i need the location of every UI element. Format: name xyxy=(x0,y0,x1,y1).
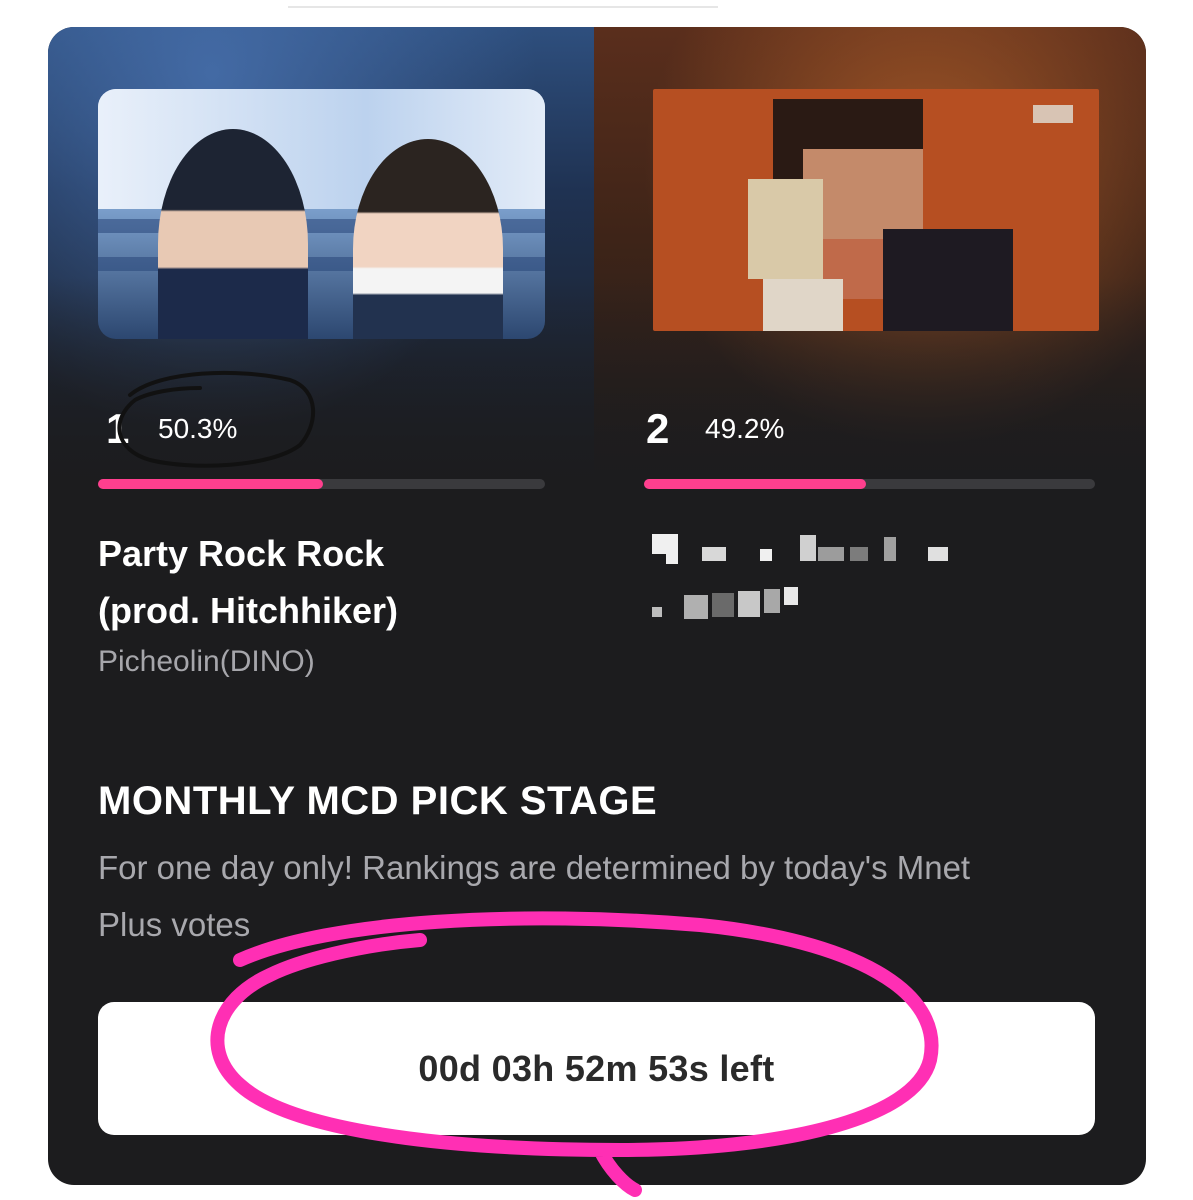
left-vote-percent: 50.3% xyxy=(158,413,238,444)
left-vote-bar xyxy=(98,479,545,489)
top-edge-divider xyxy=(288,0,718,8)
right-performance-thumbnail-pixelated[interactable] xyxy=(653,89,1099,331)
left-rank-number: 1 xyxy=(106,405,130,452)
left-song-title[interactable]: Party Rock Rock (prod. Hitchhiker) xyxy=(98,525,578,639)
section-title: MONTHLY MCD PICK STAGE xyxy=(98,779,658,823)
right-vote-percent: 49.2% xyxy=(705,413,785,444)
left-song-title-line1: Party Rock Rock xyxy=(98,533,385,574)
section-description: For one day only! Rankings are determine… xyxy=(98,849,971,943)
right-vote-bar-fill xyxy=(644,479,866,489)
left-song-title-line2: (prod. Hitchhiker) xyxy=(98,590,399,631)
right-vote-bar xyxy=(644,479,1095,489)
left-vote-bar-fill xyxy=(98,479,323,489)
left-performance-thumbnail[interactable] xyxy=(98,89,545,339)
left-artist-name: Picheolin(DINO) xyxy=(98,645,315,678)
countdown-timer-label: 00d 03h 52m 53s left xyxy=(418,1047,775,1089)
countdown-timer-button[interactable]: 00d 03h 52m 53s left xyxy=(98,1002,1095,1135)
vote-card: 1 50.3% 2 49.2% Party Rock Rock (prod. H… xyxy=(48,27,1146,1185)
right-rank-number: 2 xyxy=(646,405,670,452)
